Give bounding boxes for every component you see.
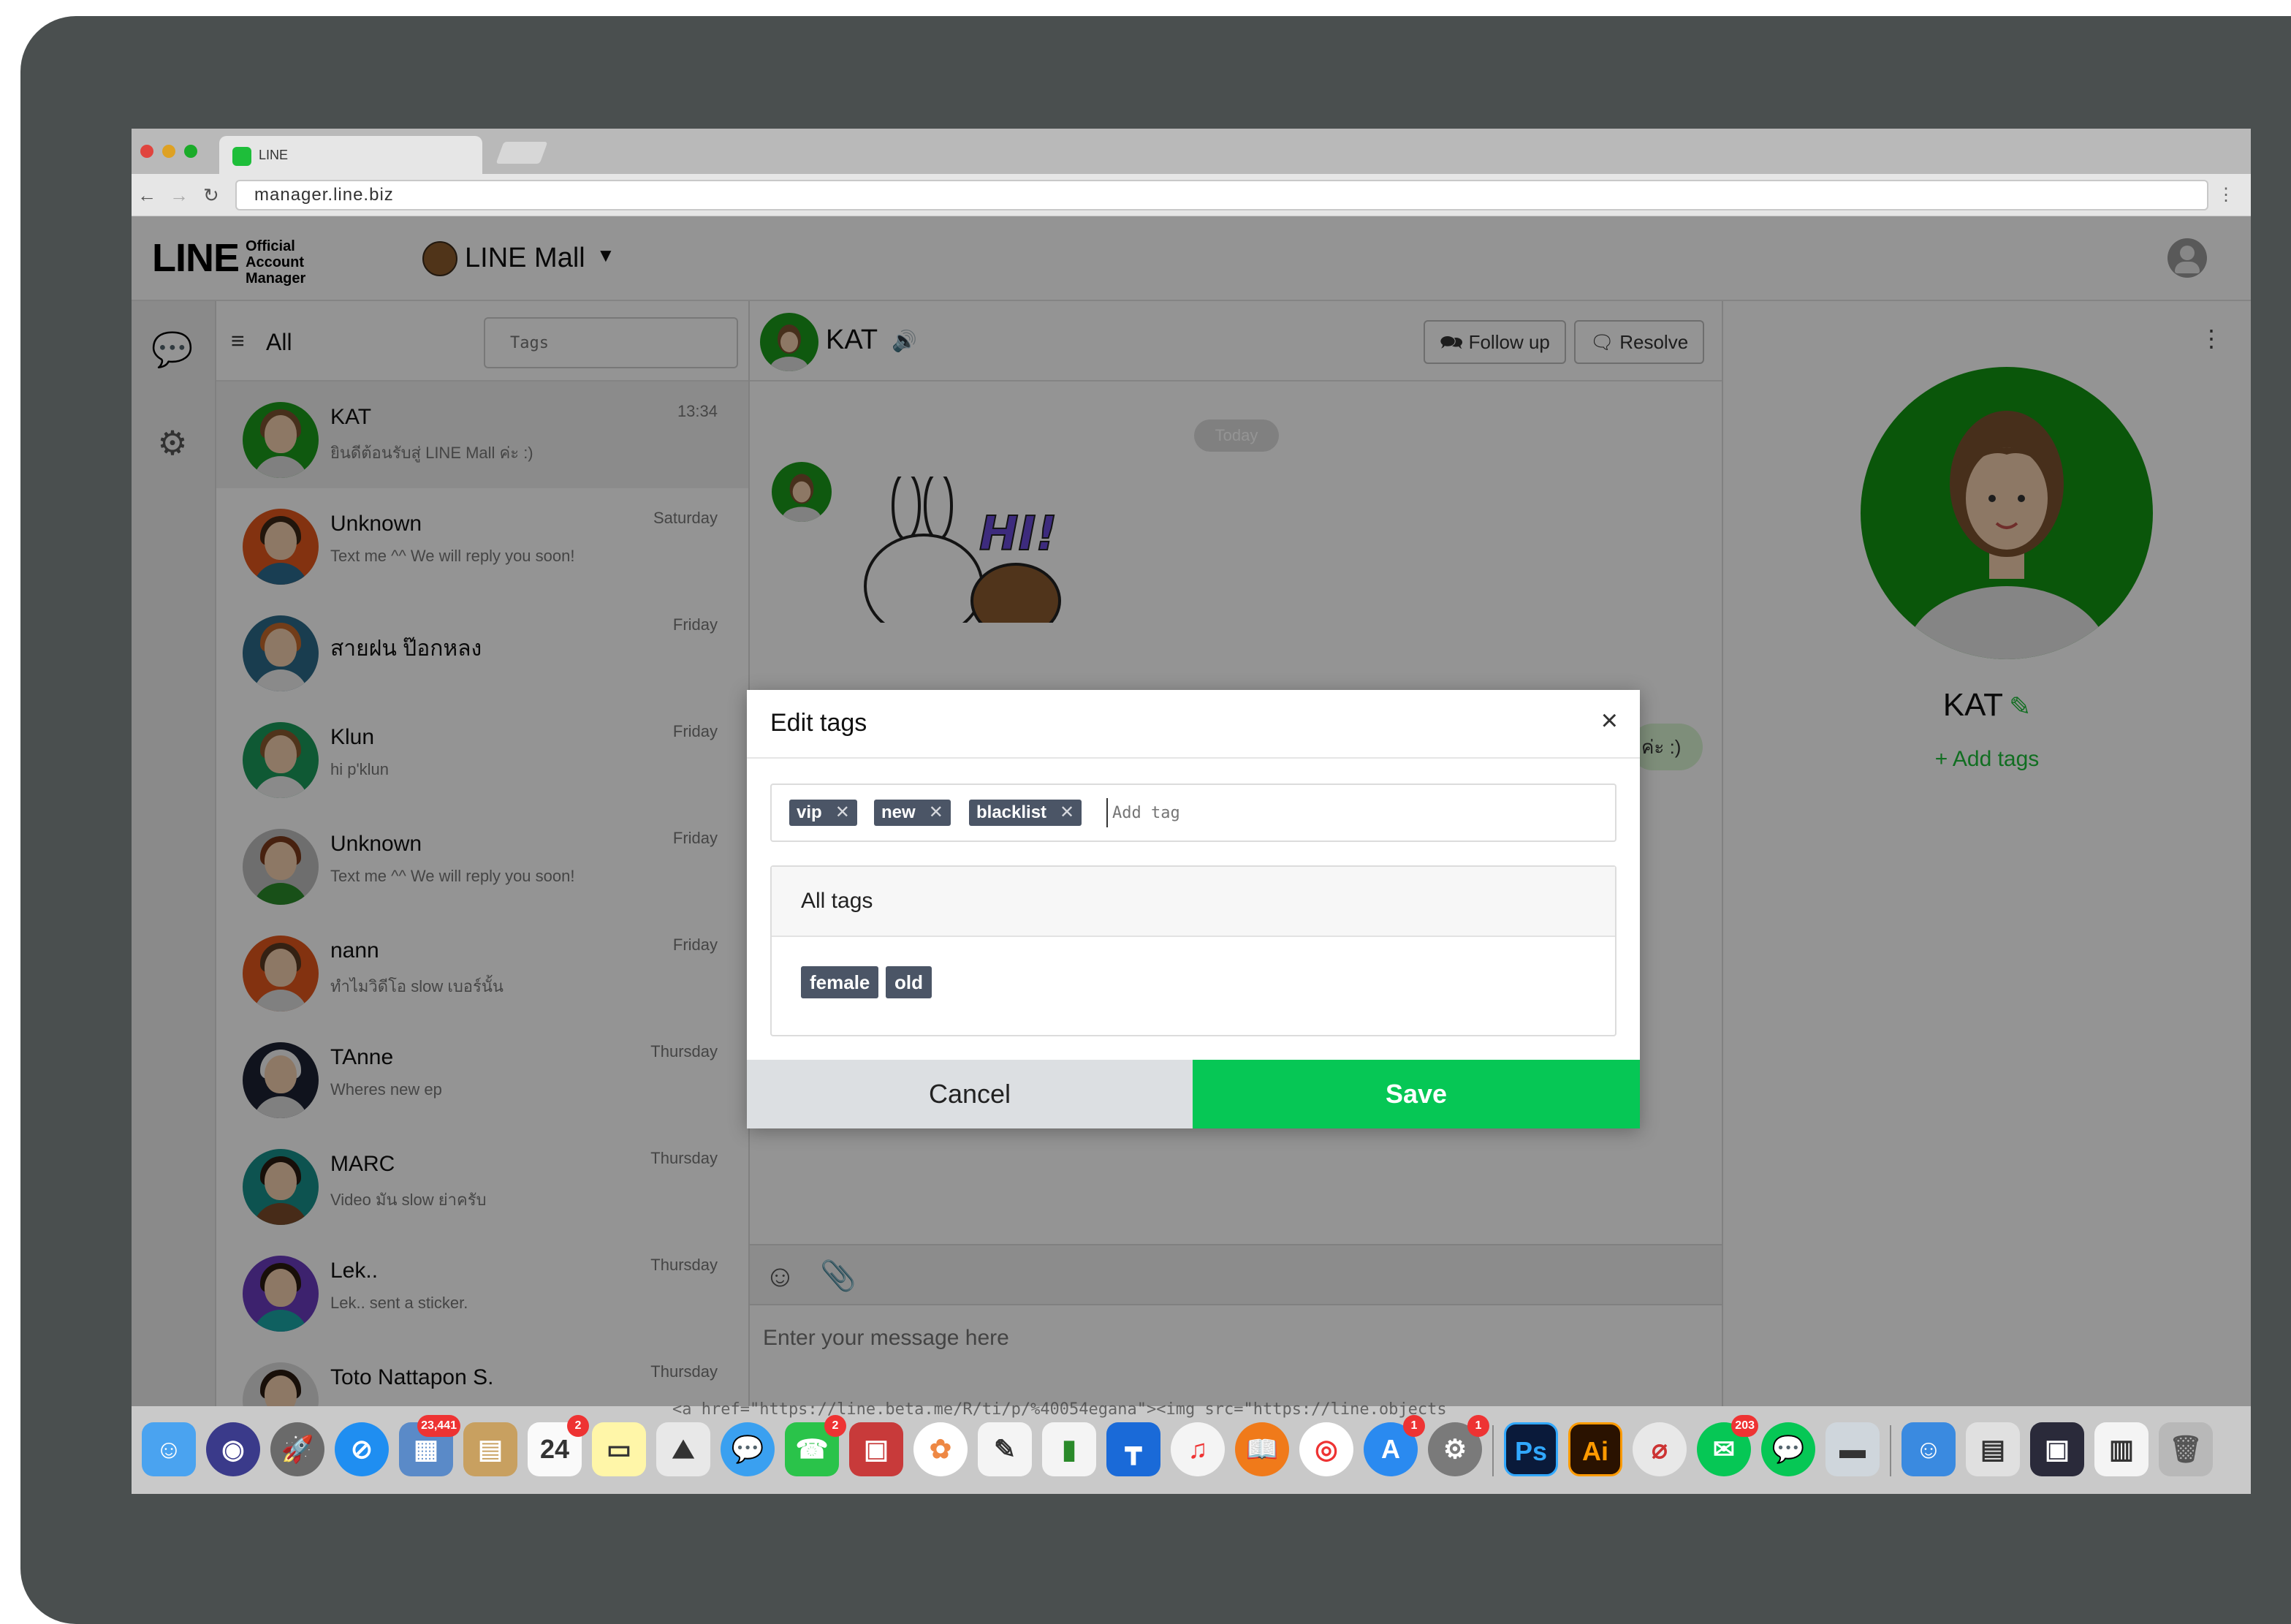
numbers-icon[interactable]: ▮ (1042, 1422, 1096, 1476)
remove-tag-icon[interactable]: ✕ (835, 802, 850, 822)
line-chat-icon[interactable]: 💬 (1761, 1422, 1815, 1476)
address-bar: ← → ↻ manager.line.biz ⋮ (132, 174, 2251, 216)
close-icon[interactable]: × (1601, 705, 1618, 737)
all-tags-label: All tags (801, 889, 873, 913)
notification-badge: 2 (824, 1415, 846, 1437)
acrobat-icon[interactable]: ⌀ (1633, 1422, 1687, 1476)
downloads-stack-icon[interactable]: ▥ (2094, 1422, 2148, 1476)
url-field[interactable]: manager.line.biz (235, 180, 2208, 210)
document-stack-icon[interactable]: ▤ (1966, 1422, 2020, 1476)
forward-arrow-icon[interactable]: → (170, 184, 189, 207)
tab-title: LINE (259, 148, 289, 162)
siri-icon[interactable]: ◉ (206, 1422, 260, 1476)
modal-title: Edit tags (770, 709, 867, 737)
chrome-icon[interactable]: ◎ (1299, 1422, 1353, 1476)
remove-tag-icon[interactable]: ✕ (929, 802, 943, 822)
line-oa-manager-app: LINE Official Account Manager LINE Mall … (132, 216, 2251, 1494)
tag-label: new (881, 802, 916, 822)
line-logo-icon (232, 147, 251, 166)
browser-tab-line[interactable]: LINE (219, 136, 482, 174)
image-capture-icon[interactable]: ▬ (1825, 1422, 1880, 1476)
selected-tag: new ✕ (874, 800, 951, 826)
safari-icon[interactable]: ⊘ (335, 1422, 389, 1476)
screenshot-stack-icon[interactable]: ▣ (2030, 1422, 2084, 1476)
all-tags-header: All tags (772, 867, 1615, 937)
edit-tags-modal: Edit tags × vip ✕ new ✕ blacklist ✕ All tag… (747, 690, 1640, 1128)
notification-badge: 203 (1731, 1415, 1758, 1437)
photoshop-icon[interactable]: Ps (1504, 1422, 1558, 1476)
dock-separator (1890, 1425, 1891, 1476)
ibooks-icon[interactable]: 📖 (1235, 1422, 1289, 1476)
photo-booth-icon[interactable]: ▣ (849, 1422, 903, 1476)
available-tag[interactable]: female (801, 966, 879, 998)
messages-icon[interactable]: 💬 (721, 1422, 775, 1476)
browser-tab-bar: LINE (132, 129, 2251, 174)
tag-input-box[interactable]: vip ✕ new ✕ blacklist ✕ (770, 783, 1616, 842)
app-store-icon[interactable]: A1 (1364, 1415, 1425, 1476)
trash-icon[interactable]: 🗑 (2159, 1422, 2213, 1476)
back-arrow-icon[interactable]: ← (137, 184, 156, 207)
available-tag[interactable]: old (886, 966, 932, 998)
all-tags-box: All tags female old (770, 865, 1616, 1036)
notification-badge: 1 (1467, 1415, 1489, 1437)
zoom-window-button[interactable] (184, 145, 197, 158)
finder-icon[interactable]: ☺ (142, 1422, 196, 1476)
cancel-button[interactable]: Cancel (747, 1060, 1193, 1128)
background-code-text: <a href="https://line.beta.me/R/ti/p/%40… (672, 1400, 1447, 1419)
itunes-icon[interactable]: ♫ (1171, 1422, 1225, 1476)
keynote-icon[interactable]: ┳ (1106, 1422, 1160, 1476)
system-preferences-icon[interactable]: ⚙ 1 (1428, 1415, 1489, 1476)
preview-icon[interactable]: ⛰ (656, 1422, 710, 1476)
macos-dock: <a href="https://line.beta.me/R/ti/p/%40… (132, 1400, 2251, 1494)
save-button[interactable]: Save (1193, 1060, 1640, 1128)
reload-icon[interactable]: ↻ (203, 184, 219, 207)
line-app-icon[interactable]: ✉ 203 (1697, 1415, 1758, 1476)
tag-label: blacklist (976, 802, 1047, 822)
dock-separator (1492, 1425, 1494, 1476)
tag-label: vip (797, 802, 822, 822)
close-window-button[interactable] (140, 145, 153, 158)
photos-icon[interactable]: ✿ (913, 1422, 968, 1476)
notification-badge: 23,441 (417, 1415, 460, 1437)
browser-menu-icon[interactable]: ⋮ (2217, 184, 2235, 205)
divider (747, 757, 1640, 759)
notification-badge: 2 (567, 1415, 589, 1437)
user-folder-icon[interactable]: ☺ (1901, 1422, 1956, 1476)
facetime-icon[interactable]: ☎ 2 (785, 1415, 846, 1476)
remove-tag-icon[interactable]: ✕ (1060, 802, 1074, 822)
launchpad-icon[interactable]: 🚀 (270, 1422, 324, 1476)
new-tab-button[interactable] (495, 142, 548, 164)
calendar-day: 24 (539, 1434, 570, 1464)
minimize-window-button[interactable] (162, 145, 175, 158)
stickies-icon[interactable]: ▭ (592, 1422, 646, 1476)
selected-tag: vip ✕ (789, 800, 857, 826)
notification-badge: 1 (1403, 1415, 1425, 1437)
notes-book-icon[interactable]: ▤ (463, 1422, 517, 1476)
selected-tag: blacklist ✕ (969, 800, 1082, 826)
screen: LINE ← → ↻ manager.line.biz ⋮ LINE Offic… (132, 129, 2251, 1494)
illustrator-icon[interactable]: Ai (1568, 1422, 1622, 1476)
calendar-icon[interactable]: 24 2 (528, 1415, 589, 1476)
laptop-frame: LINE ← → ↻ manager.line.biz ⋮ LINE Offic… (20, 16, 2291, 1624)
add-tag-input[interactable] (1106, 798, 1399, 827)
textedit-icon[interactable]: ✎ (978, 1422, 1032, 1476)
photos-app-icon[interactable]: ▦ 23,441 (399, 1415, 460, 1476)
